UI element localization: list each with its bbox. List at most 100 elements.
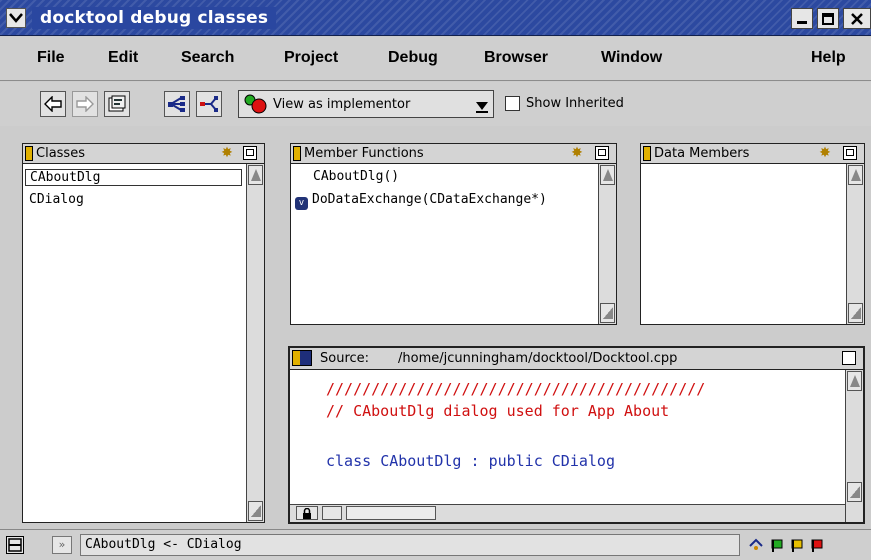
back-arrow-icon: [44, 96, 62, 112]
member-functions-title: Member Functions: [304, 146, 424, 161]
class-name: CAboutDlg: [380, 452, 462, 470]
scroll-left-button[interactable]: [322, 506, 342, 520]
pane-grip-icon[interactable]: [25, 146, 33, 161]
zoom-pane-button[interactable]: [842, 351, 856, 365]
menu-project[interactable]: Project: [284, 49, 338, 67]
keyword-public: public: [488, 452, 543, 470]
source-hscrollbar[interactable]: [290, 504, 845, 522]
base-class-icon: [200, 96, 218, 112]
data-members-scrollbar[interactable]: [846, 164, 864, 324]
source-label: Source:: [320, 351, 370, 366]
green-flag-icon: [771, 539, 783, 552]
browser-window: docktool debug classes File Edit Search …: [0, 0, 871, 560]
window-title: docktool debug classes: [32, 7, 277, 29]
colon: :: [470, 452, 480, 470]
source-pane-header: Source: /home/jcunningham/docktool/Dockt…: [290, 348, 863, 370]
panel-icon: [8, 538, 22, 552]
menu-debug[interactable]: Debug: [388, 49, 438, 67]
menu-help[interactable]: Help: [811, 49, 846, 67]
scroll-up-button[interactable]: [248, 165, 263, 185]
view-as-dropdown[interactable]: View as implementor: [238, 90, 494, 118]
status-icons: [749, 538, 823, 552]
show-inherited-checkbox[interactable]: [505, 96, 520, 111]
sparkle-icon[interactable]: ✸: [569, 145, 585, 161]
source-path: /home/jcunningham/docktool/Docktool.cpp: [398, 351, 678, 366]
menu-window[interactable]: Window: [601, 49, 662, 67]
double-chevron-icon: »: [58, 538, 66, 551]
view-as-label: View as implementor: [273, 97, 411, 112]
toolbar: View as implementor Show Inherited: [0, 82, 871, 126]
status-text: CAboutDlg <- CDialog: [85, 537, 242, 552]
home-icon: [749, 538, 763, 550]
back-button[interactable]: [40, 91, 66, 117]
hierarchy-icon: [168, 96, 185, 112]
pane-grip-icon[interactable]: [293, 146, 301, 161]
scroll-down-button[interactable]: [248, 501, 263, 521]
member-functions-header: Member Functions ✸: [291, 144, 616, 164]
menu-file[interactable]: File: [37, 49, 65, 67]
zoom-pane-button[interactable]: [595, 146, 609, 160]
show-inherited-label: Show Inherited: [526, 96, 624, 111]
code-line[interactable]: class CAboutDlg : public CDialog: [326, 452, 615, 470]
sparkle-icon[interactable]: ✸: [817, 145, 833, 161]
base-class-name: CDialog: [551, 452, 615, 470]
yellow-flag-icon: [791, 539, 803, 552]
data-members-pane: Data Members ✸: [640, 143, 865, 325]
lock-icon: [303, 508, 311, 519]
close-icon: [851, 12, 863, 25]
menu-search[interactable]: Search: [181, 49, 234, 67]
data-members-title: Data Members: [654, 146, 750, 161]
member-functions-pane: Member Functions ✸ CAboutDlg() v DoDataEx…: [290, 143, 617, 325]
source-file-icon[interactable]: [292, 350, 312, 366]
member-function-item[interactable]: v DoDataExchange(CDataExchange*): [295, 192, 547, 210]
maximize-button[interactable]: [817, 8, 839, 29]
forward-arrow-icon: [76, 96, 94, 112]
minimize-button[interactable]: [791, 8, 813, 29]
show-base-classes-button[interactable]: [196, 91, 222, 117]
scroll-up-button[interactable]: [600, 165, 615, 185]
zoom-pane-button[interactable]: [243, 146, 257, 160]
title-bar[interactable]: docktool debug classes: [0, 0, 871, 36]
status-bar: » CAboutDlg <- CDialog: [0, 529, 871, 560]
member-function-label: DoDataExchange(CDataExchange*): [312, 192, 547, 207]
scroll-up-button[interactable]: [848, 165, 863, 185]
pane-grip-icon[interactable]: [643, 146, 651, 161]
document-icon: [108, 95, 126, 112]
source-pane: Source: /home/jcunningham/docktool/Dockt…: [288, 346, 865, 524]
hscroll-thumb[interactable]: [346, 506, 436, 520]
scroll-down-button[interactable]: [847, 482, 862, 502]
class-list-item[interactable]: CAboutDlg: [25, 169, 242, 186]
zoom-pane-button[interactable]: [843, 146, 857, 160]
expand-button[interactable]: »: [52, 536, 72, 554]
close-button[interactable]: [843, 8, 871, 29]
toggle-panel-button[interactable]: [6, 536, 24, 554]
virtual-icon: v: [295, 197, 308, 210]
code-line[interactable]: // CAboutDlg dialog used for App About: [326, 402, 669, 420]
show-hierarchy-button[interactable]: [164, 91, 190, 117]
classes-pane-header: Classes ✸: [23, 144, 264, 164]
scroll-up-button[interactable]: [847, 371, 862, 391]
lock-button[interactable]: [296, 506, 318, 520]
classes-pane: Classes ✸ CAboutDlg CDialog: [22, 143, 265, 523]
sparkle-icon[interactable]: ✸: [219, 145, 235, 161]
classes-scrollbar[interactable]: [246, 164, 264, 522]
member-function-item[interactable]: CAboutDlg(): [313, 169, 399, 184]
window-menu-button[interactable]: [6, 8, 26, 28]
traffic-light-icon: [244, 94, 267, 114]
menu-browser[interactable]: Browser: [484, 49, 548, 67]
code-line[interactable]: ////////////////////////////////////////…: [326, 380, 705, 398]
class-list-item[interactable]: CDialog: [29, 192, 84, 207]
chevron-down-icon: [9, 13, 23, 23]
member-functions-scrollbar[interactable]: [598, 164, 616, 324]
minimize-icon: [797, 20, 807, 24]
status-message: CAboutDlg <- CDialog: [80, 534, 740, 556]
scroll-down-button[interactable]: [848, 303, 863, 323]
source-vscrollbar[interactable]: [845, 370, 863, 522]
scroll-down-button[interactable]: [600, 303, 615, 323]
maximize-icon: [822, 12, 834, 25]
forward-button[interactable]: [72, 91, 98, 117]
menu-bar: File Edit Search Project Debug Browser W…: [0, 37, 871, 81]
data-members-header: Data Members ✸: [641, 144, 864, 164]
menu-edit[interactable]: Edit: [108, 49, 138, 67]
browse-source-button[interactable]: [104, 91, 130, 117]
